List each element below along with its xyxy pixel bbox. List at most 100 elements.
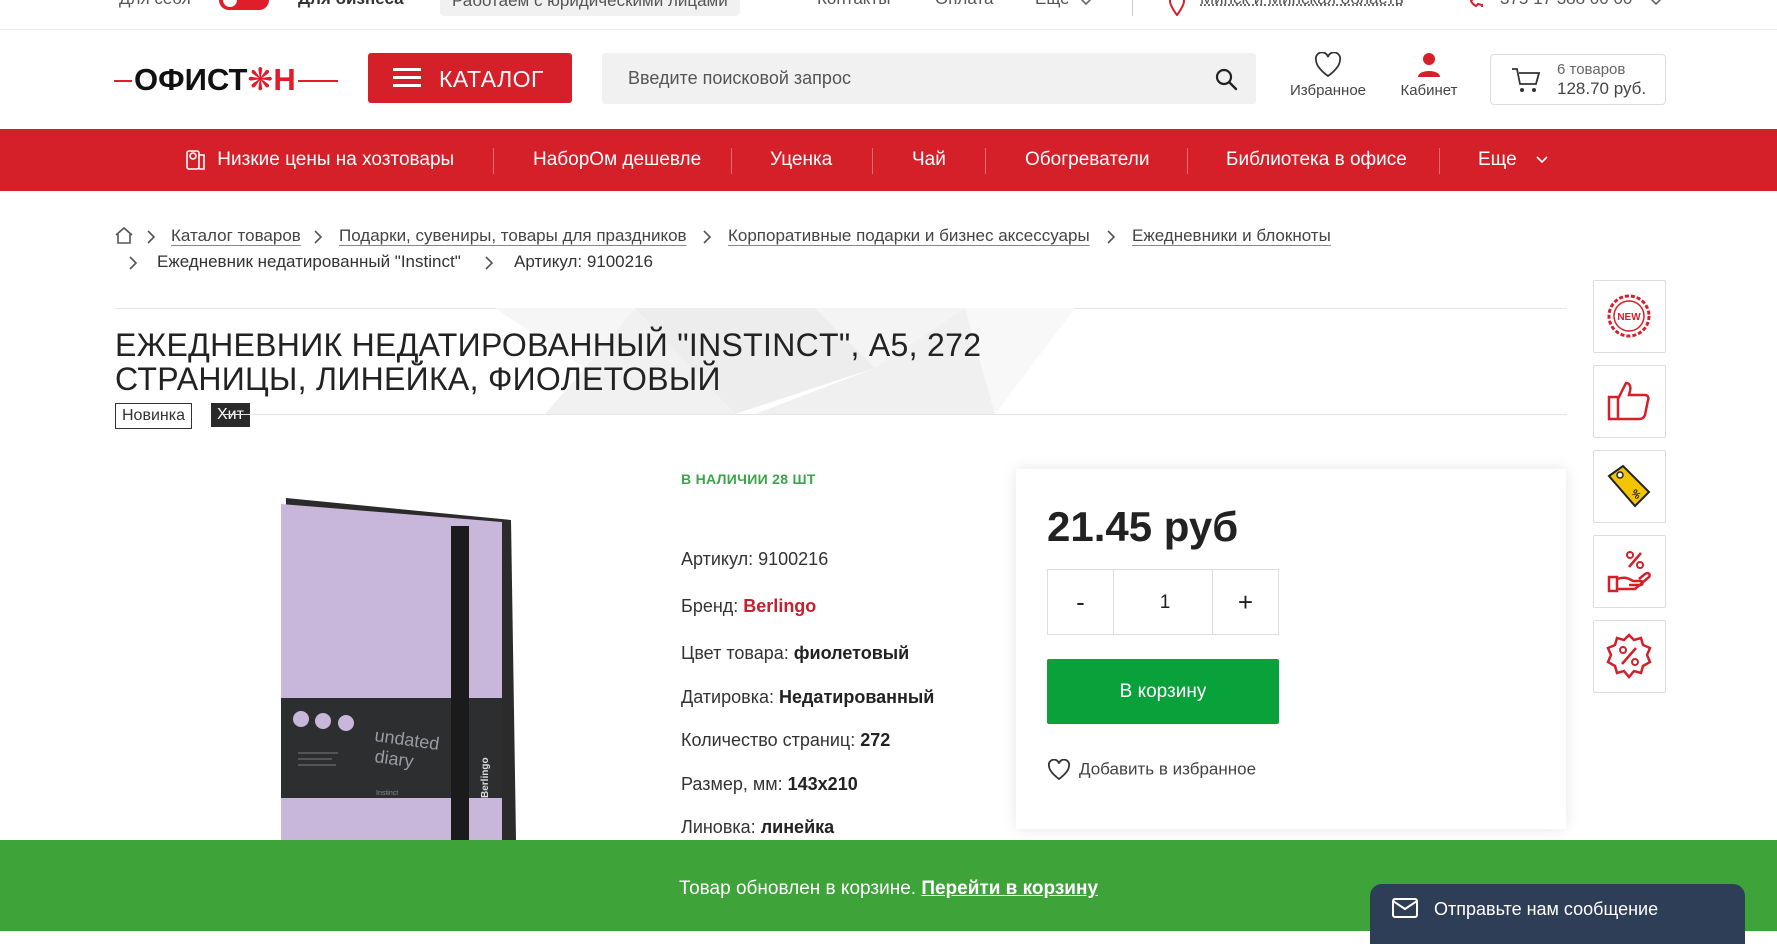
nav-item-label: Еще <box>1478 149 1517 170</box>
nav-item-discount[interactable]: Уценка <box>770 129 832 191</box>
site-logo[interactable]: ОФИСТ❋Н <box>114 60 338 100</box>
cart-count: 6 товаров <box>1557 61 1626 78</box>
breadcrumb-catalog[interactable]: Каталог товаров <box>171 226 301 246</box>
product-title: ЕЖЕДНЕВНИК НЕДАТИРОВАННЫЙ "INSTINCT", А5… <box>115 328 1015 396</box>
home-icon[interactable] <box>114 226 134 245</box>
badge-hit[interactable] <box>1593 365 1666 438</box>
envelope-icon <box>1392 898 1418 918</box>
nav-divider <box>1439 148 1440 174</box>
nav-item-more[interactable]: Еще <box>1478 129 1548 191</box>
heart-icon <box>1314 52 1342 78</box>
breadcrumb-diaries[interactable]: Ежедневники и блокноты <box>1132 226 1331 246</box>
chevron-right-icon <box>314 230 323 244</box>
nav-divider <box>1187 148 1188 174</box>
badge-discount-hand[interactable] <box>1593 535 1666 608</box>
spec-value: Недатированный <box>779 687 935 707</box>
breadcrumb-gifts[interactable]: Подарки, сувениры, товары для праздников <box>339 226 687 246</box>
spec-article: Артикул: 9100216 <box>681 549 828 570</box>
badge-sale-tag[interactable]: % <box>1593 450 1666 523</box>
chat-widget-button[interactable]: Отправьте нам сообщение <box>1370 884 1745 944</box>
spec-color: Цвет товара: фиолетовый <box>681 643 909 664</box>
quantity-decrease-button[interactable]: - <box>1048 570 1114 634</box>
contacts-link[interactable]: Контакты <box>817 0 890 9</box>
nav-item-label: Низкие цены на хозтовары <box>217 149 455 170</box>
product-title-line1: ЕЖЕДНЕВНИК НЕДАТИРОВАННЫЙ "INSTINCT", А5… <box>115 327 982 363</box>
title-divider-bottom <box>224 414 1567 415</box>
breadcrumb-article: Артикул: 9100216 <box>514 252 654 271</box>
add-to-favorites-label: Добавить в избранное <box>1079 759 1257 779</box>
add-to-cart-button[interactable]: В корзину <box>1047 659 1279 724</box>
add-to-favorites-link[interactable]: Добавить в избранное <box>1047 758 1257 781</box>
spec-value: линейка <box>760 817 835 837</box>
region-link[interactable]: Минск и Минская область <box>1200 0 1404 9</box>
cabinet-link[interactable]: Кабинет <box>1379 52 1479 99</box>
spec-value: 272 <box>860 730 891 750</box>
spec-size: Размер, мм: 143x210 <box>681 774 858 795</box>
new-badge-text: NEW <box>1617 312 1641 323</box>
phone-number[interactable]: 375 17 388 00 00 <box>1500 0 1632 9</box>
nav-divider <box>493 148 494 174</box>
chevron-down-icon <box>1650 0 1662 6</box>
spec-brand: Бренд: Berlingo <box>681 596 816 617</box>
nav-item-office-library[interactable]: Библиотека в офисе <box>1226 129 1407 191</box>
spec-label: Линовка: <box>681 817 756 837</box>
tag-new: Новинка <box>115 403 192 429</box>
stock-status: В НАЛИЧИИ 28 ШТ <box>681 471 816 487</box>
nav-item-heaters[interactable]: Обогреватели <box>1025 129 1149 191</box>
category-nav: Низкие цены на хозтовары НаборОм дешевле… <box>0 129 1777 191</box>
spec-label: Цвет товара: <box>681 643 789 663</box>
catalog-button[interactable]: КАТАЛОГ <box>368 53 572 103</box>
breadcrumb-corporate-gifts[interactable]: Корпоративные подарки и бизнес аксессуар… <box>728 226 1090 246</box>
spec-ruling: Линовка: линейка <box>681 817 834 838</box>
spec-value: 143x210 <box>787 774 858 794</box>
go-to-cart-link[interactable]: Перейти в корзину <box>921 878 1098 899</box>
product-image[interactable]: undated diary Instinct Berlingo <box>276 490 521 840</box>
chat-widget-label: Отправьте нам сообщение <box>1434 899 1659 919</box>
favorites-link[interactable]: Избранное <box>1278 52 1378 99</box>
phone-icon <box>1469 0 1483 8</box>
burger-icon <box>393 68 421 88</box>
nav-item-bundle[interactable]: НаборОм дешевле <box>533 129 701 191</box>
legal-entities-pill[interactable]: Работаем с юридическими лицами <box>440 0 740 16</box>
nav-divider <box>872 148 873 174</box>
image-text-brand: Berlingo <box>480 757 491 798</box>
image-text-instinct: Instinct <box>376 790 398 797</box>
top-strip: Для себя Для бизнеса Работаем с юридичес… <box>0 0 1777 30</box>
spec-pages: Количество страниц: 272 <box>681 730 890 751</box>
chevron-down-icon <box>1080 0 1092 6</box>
tag-hit: Хит <box>211 403 250 427</box>
audience-toggle[interactable] <box>219 0 269 10</box>
for-business-link[interactable]: Для бизнеса <box>298 0 404 9</box>
spec-value: фиолетовый <box>793 643 910 663</box>
location-pin-icon <box>1168 0 1186 16</box>
search-input[interactable] <box>602 53 1214 104</box>
product-title-line2: СТРАНИЦЫ, ЛИНЕЙКА, ФИОЛЕТОВЫЙ <box>115 361 721 397</box>
badge-percent[interactable] <box>1593 620 1666 693</box>
badge-new[interactable]: NEW <box>1593 280 1666 353</box>
quantity-increase-button[interactable]: + <box>1212 570 1278 634</box>
logo-text-part2: Н <box>273 62 296 97</box>
brand-link[interactable]: Berlingo <box>743 596 816 616</box>
nav-item-low-prices[interactable]: Низкие цены на хозтовары <box>184 129 454 191</box>
more-link[interactable]: Еще <box>1035 0 1070 9</box>
nav-item-tea[interactable]: Чай <box>912 129 946 191</box>
logo-text: ОФИСТ❋Н <box>132 60 298 100</box>
nav-divider <box>985 148 986 174</box>
catalog-button-label: КАТАЛОГ <box>439 66 545 92</box>
search-icon[interactable] <box>1214 67 1238 91</box>
for-self-link[interactable]: Для себя <box>119 0 191 9</box>
heart-icon <box>1047 758 1071 781</box>
cabinet-label: Кабинет <box>1400 82 1458 99</box>
top-divider <box>1132 0 1133 16</box>
chevron-right-icon <box>129 256 138 270</box>
quantity-input[interactable] <box>1114 570 1216 636</box>
spec-dating: Датировка: Недатированный <box>681 687 934 708</box>
spec-label: Размер, мм: <box>681 774 783 794</box>
logo-wheel: ❋ <box>247 62 274 97</box>
cart-button[interactable]: 6 товаров 128.70 руб. <box>1490 54 1666 105</box>
chevron-down-icon <box>1536 156 1548 164</box>
chevron-right-icon <box>485 256 494 270</box>
new-badge-icon: NEW <box>1607 294 1651 338</box>
quantity-stepper: - + <box>1047 569 1279 636</box>
payment-link[interactable]: Оплата <box>935 0 993 9</box>
